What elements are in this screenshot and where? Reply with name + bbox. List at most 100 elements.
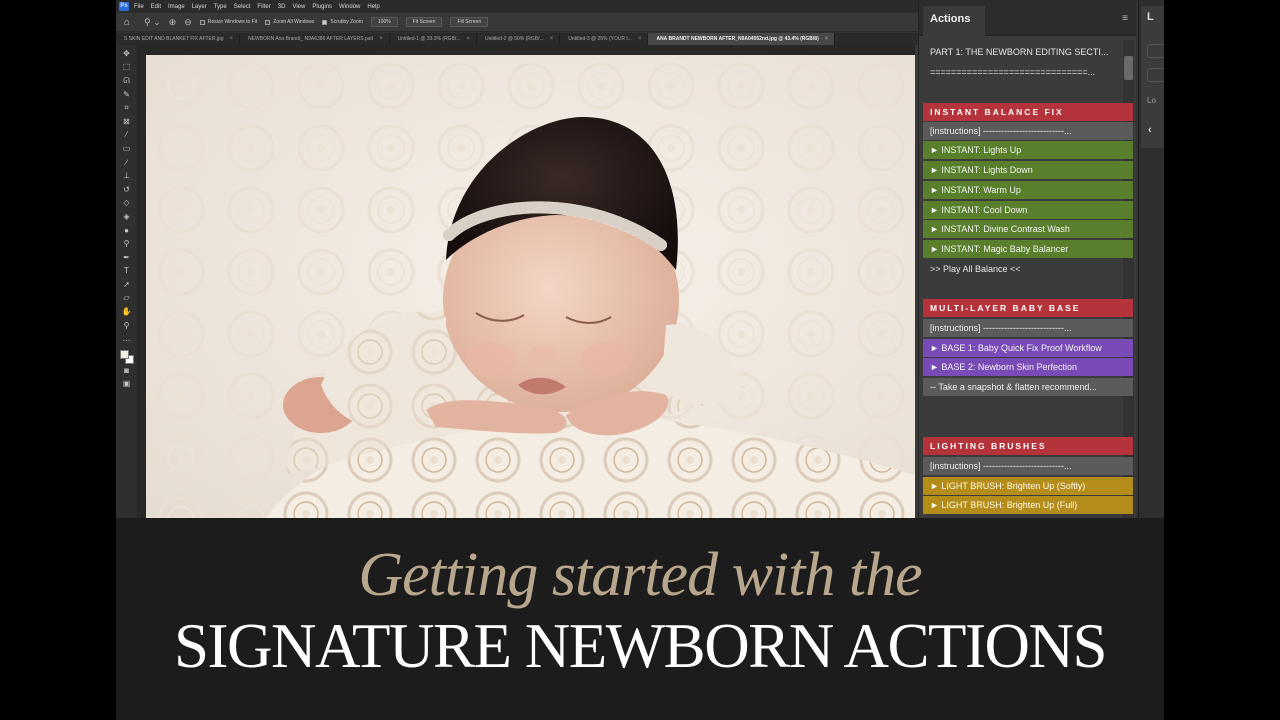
path-selection-tool-icon[interactable]: ➚ [121,279,133,291]
foreground-color-swatch[interactable] [119,350,129,360]
action-item[interactable]: ► LIGHT BRUSH: Brighten Up (Softly) [923,477,1133,495]
brush-tool-icon[interactable]: ∕ [121,157,133,169]
action-item[interactable]: [instructions] -------------------------… [923,319,1133,337]
layers-tab[interactable]: L [1141,6,1164,36]
lasso-tool-icon[interactable]: ᘏ [121,75,133,87]
action-item[interactable]: -- Take a snapshot & flatten recommend..… [923,378,1133,396]
chevron-left-icon[interactable]: ‹ [1148,124,1152,136]
eraser-tool-icon[interactable]: ◇ [121,197,133,209]
action-item[interactable]: ► INSTANT: Lights Up [923,141,1133,159]
menu-filter[interactable]: Filter [257,4,270,10]
action-item[interactable]: ► INSTANT: Lights Down [923,161,1133,179]
action-item[interactable]: PART 1: THE NEWBORN EDITING SECTI... [923,43,1133,61]
panel-menu-icon[interactable]: ≡ [1122,13,1128,24]
close-icon[interactable]: × [379,33,383,45]
blend-mode-select[interactable] [1147,68,1164,82]
document-tab-active[interactable]: ANA BRANDT NEWBORN AFTER_N9A04052nd.jpg … [648,33,836,45]
frame-tool-icon[interactable]: ⊠ [121,116,133,128]
history-brush-tool-icon[interactable]: ↺ [121,184,133,196]
tab-label: NEWBORN Ana Brandt_ N9A6386 AFTER LAYERS… [248,36,374,42]
zoom-all-windows-checkbox[interactable]: Zoom All Windows [265,19,314,25]
newborn-photo-image [146,55,915,518]
canvas-area[interactable] [138,45,915,518]
action-item[interactable]: [instructions] -------------------------… [923,457,1133,475]
title-line-2: SIGNATURE NEWBORN ACTIONS [173,611,1108,681]
menu-image[interactable]: Image [168,4,185,10]
title-band: Getting started with the SIGNATURE NEWBO… [116,518,1164,720]
quick-mask-icon[interactable]: ◙ [121,365,133,377]
menu-file[interactable]: File [134,4,144,10]
action-item[interactable]: ► INSTANT: Magic Baby Balancer [923,240,1133,258]
close-icon[interactable]: × [638,33,642,45]
checkbox-box [322,19,328,25]
move-tool-icon[interactable]: ✥ [121,48,133,60]
marquee-tool-icon[interactable]: ⬚ [121,61,133,73]
scrubby-zoom-checkbox[interactable]: Scrubby Zoom [322,19,363,25]
dodge-tool-icon[interactable]: ⚲ [121,238,133,250]
type-tool-icon[interactable]: T [121,265,133,277]
menu-help[interactable]: Help [367,4,379,10]
tab-label: Untitled-2 @ 50% (RGB/... [484,36,544,42]
resize-windows-checkbox[interactable]: Resize Windows to Fit [199,19,257,25]
action-item[interactable]: [instructions] -------------------------… [923,122,1133,140]
tools-panel: ✥ ⬚ ᘏ ✎ ⌗ ⊠ ⁄ ▭ ∕ ⊥ ↺ ◇ ◈ ● ⚲ ✒ T ➚ ▱ ✋ … [116,45,138,518]
zoom-100-button[interactable]: 100% [370,17,398,27]
color-swatches[interactable] [119,350,134,365]
fill-screen-button[interactable]: Fill Screen [450,17,489,27]
actions-tab[interactable]: Actions [923,6,985,36]
quick-select-tool-icon[interactable]: ✎ [121,89,133,101]
menu-view[interactable]: View [292,4,305,10]
options-bar: ⌂ ⚲ ⌄ ⊕ ⊖ Resize Windows to Fit Zoom All… [116,13,918,32]
title-line-1: Getting started with the [358,541,922,609]
action-item[interactable]: ==============================... [923,63,1133,81]
clone-stamp-tool-icon[interactable]: ⊥ [121,170,133,182]
document-tab[interactable]: Untitled-3 @ 25% (YOUR I... × [560,33,649,45]
action-item[interactable]: ► INSTANT: Divine Contrast Wash [923,220,1133,238]
document-tab[interactable]: S SKIN EDIT AND BLANKET FIX AFTER.jpg × [116,33,241,45]
checkbox-label: Scrubby Zoom [330,19,363,25]
tab-label: Untitled-3 @ 25% (YOUR I... [568,36,632,42]
fit-screen-button[interactable]: Fit Screen [405,17,443,27]
menu-select[interactable]: Select [234,4,251,10]
hand-tool-icon[interactable]: ✋ [121,306,133,318]
crop-tool-icon[interactable]: ⌗ [121,102,133,114]
action-set-header[interactable]: INSTANT BALANCE FIX [923,103,1133,121]
gradient-tool-icon[interactable]: ◈ [121,211,133,223]
close-icon[interactable]: × [230,33,234,45]
pen-tool-icon[interactable]: ✒ [121,252,133,264]
action-set-header[interactable]: MULTI-LAYER BABY BASE [923,299,1133,317]
action-item[interactable]: ► BASE 2: Newborn Skin Perfection [923,358,1133,376]
checkbox-box [265,19,271,25]
action-item[interactable]: ► LIGHT BRUSH: Brighten Up (Full) [923,496,1133,514]
action-item[interactable]: ► INSTANT: Warm Up [923,181,1133,199]
shape-tool-icon[interactable]: ▱ [121,292,133,304]
document-tab[interactable]: Untitled-1 @ 33.3% (RGB/... × [390,33,477,45]
menu-edit[interactable]: Edit [151,4,161,10]
layers-search-field[interactable] [1147,44,1164,58]
healing-brush-tool-icon[interactable]: ▭ [121,143,133,155]
zoom-tool-icon[interactable]: ⚲ ⌄ [144,17,161,28]
close-icon[interactable]: × [466,33,470,45]
action-set-header[interactable]: LIGHTING BRUSHES [923,437,1133,455]
close-icon[interactable]: × [550,33,554,45]
menu-window[interactable]: Window [339,4,360,10]
zoom-in-icon[interactable]: ⊕ [169,17,177,28]
menu-layer[interactable]: Layer [192,4,207,10]
document-tab[interactable]: Untitled-2 @ 50% (RGB/... × [477,33,561,45]
menu-plugins[interactable]: Plugins [312,4,332,10]
close-icon[interactable]: × [825,33,829,45]
blur-tool-icon[interactable]: ● [121,225,133,237]
more-tools-icon[interactable]: … [121,333,133,345]
home-icon[interactable]: ⌂ [124,17,130,28]
action-item[interactable]: ► INSTANT: Cool Down [923,201,1133,219]
action-item[interactable]: >> Play All Balance << [923,260,1133,278]
zoom-tool-icon[interactable]: ⚲ [121,320,133,332]
layers-panel-collapsed: L Lo ‹ [1138,0,1164,518]
document-tab[interactable]: NEWBORN Ana Brandt_ N9A6386 AFTER LAYERS… [240,33,390,45]
menu-3d[interactable]: 3D [278,4,286,10]
eyedropper-tool-icon[interactable]: ⁄ [121,129,133,141]
menu-type[interactable]: Type [214,4,227,10]
screen-mode-icon[interactable]: ▣ [121,378,133,390]
action-item[interactable]: ► BASE 1: Baby Quick Fix Proof Workflow [923,339,1133,357]
zoom-out-icon[interactable]: ⊖ [184,17,192,28]
